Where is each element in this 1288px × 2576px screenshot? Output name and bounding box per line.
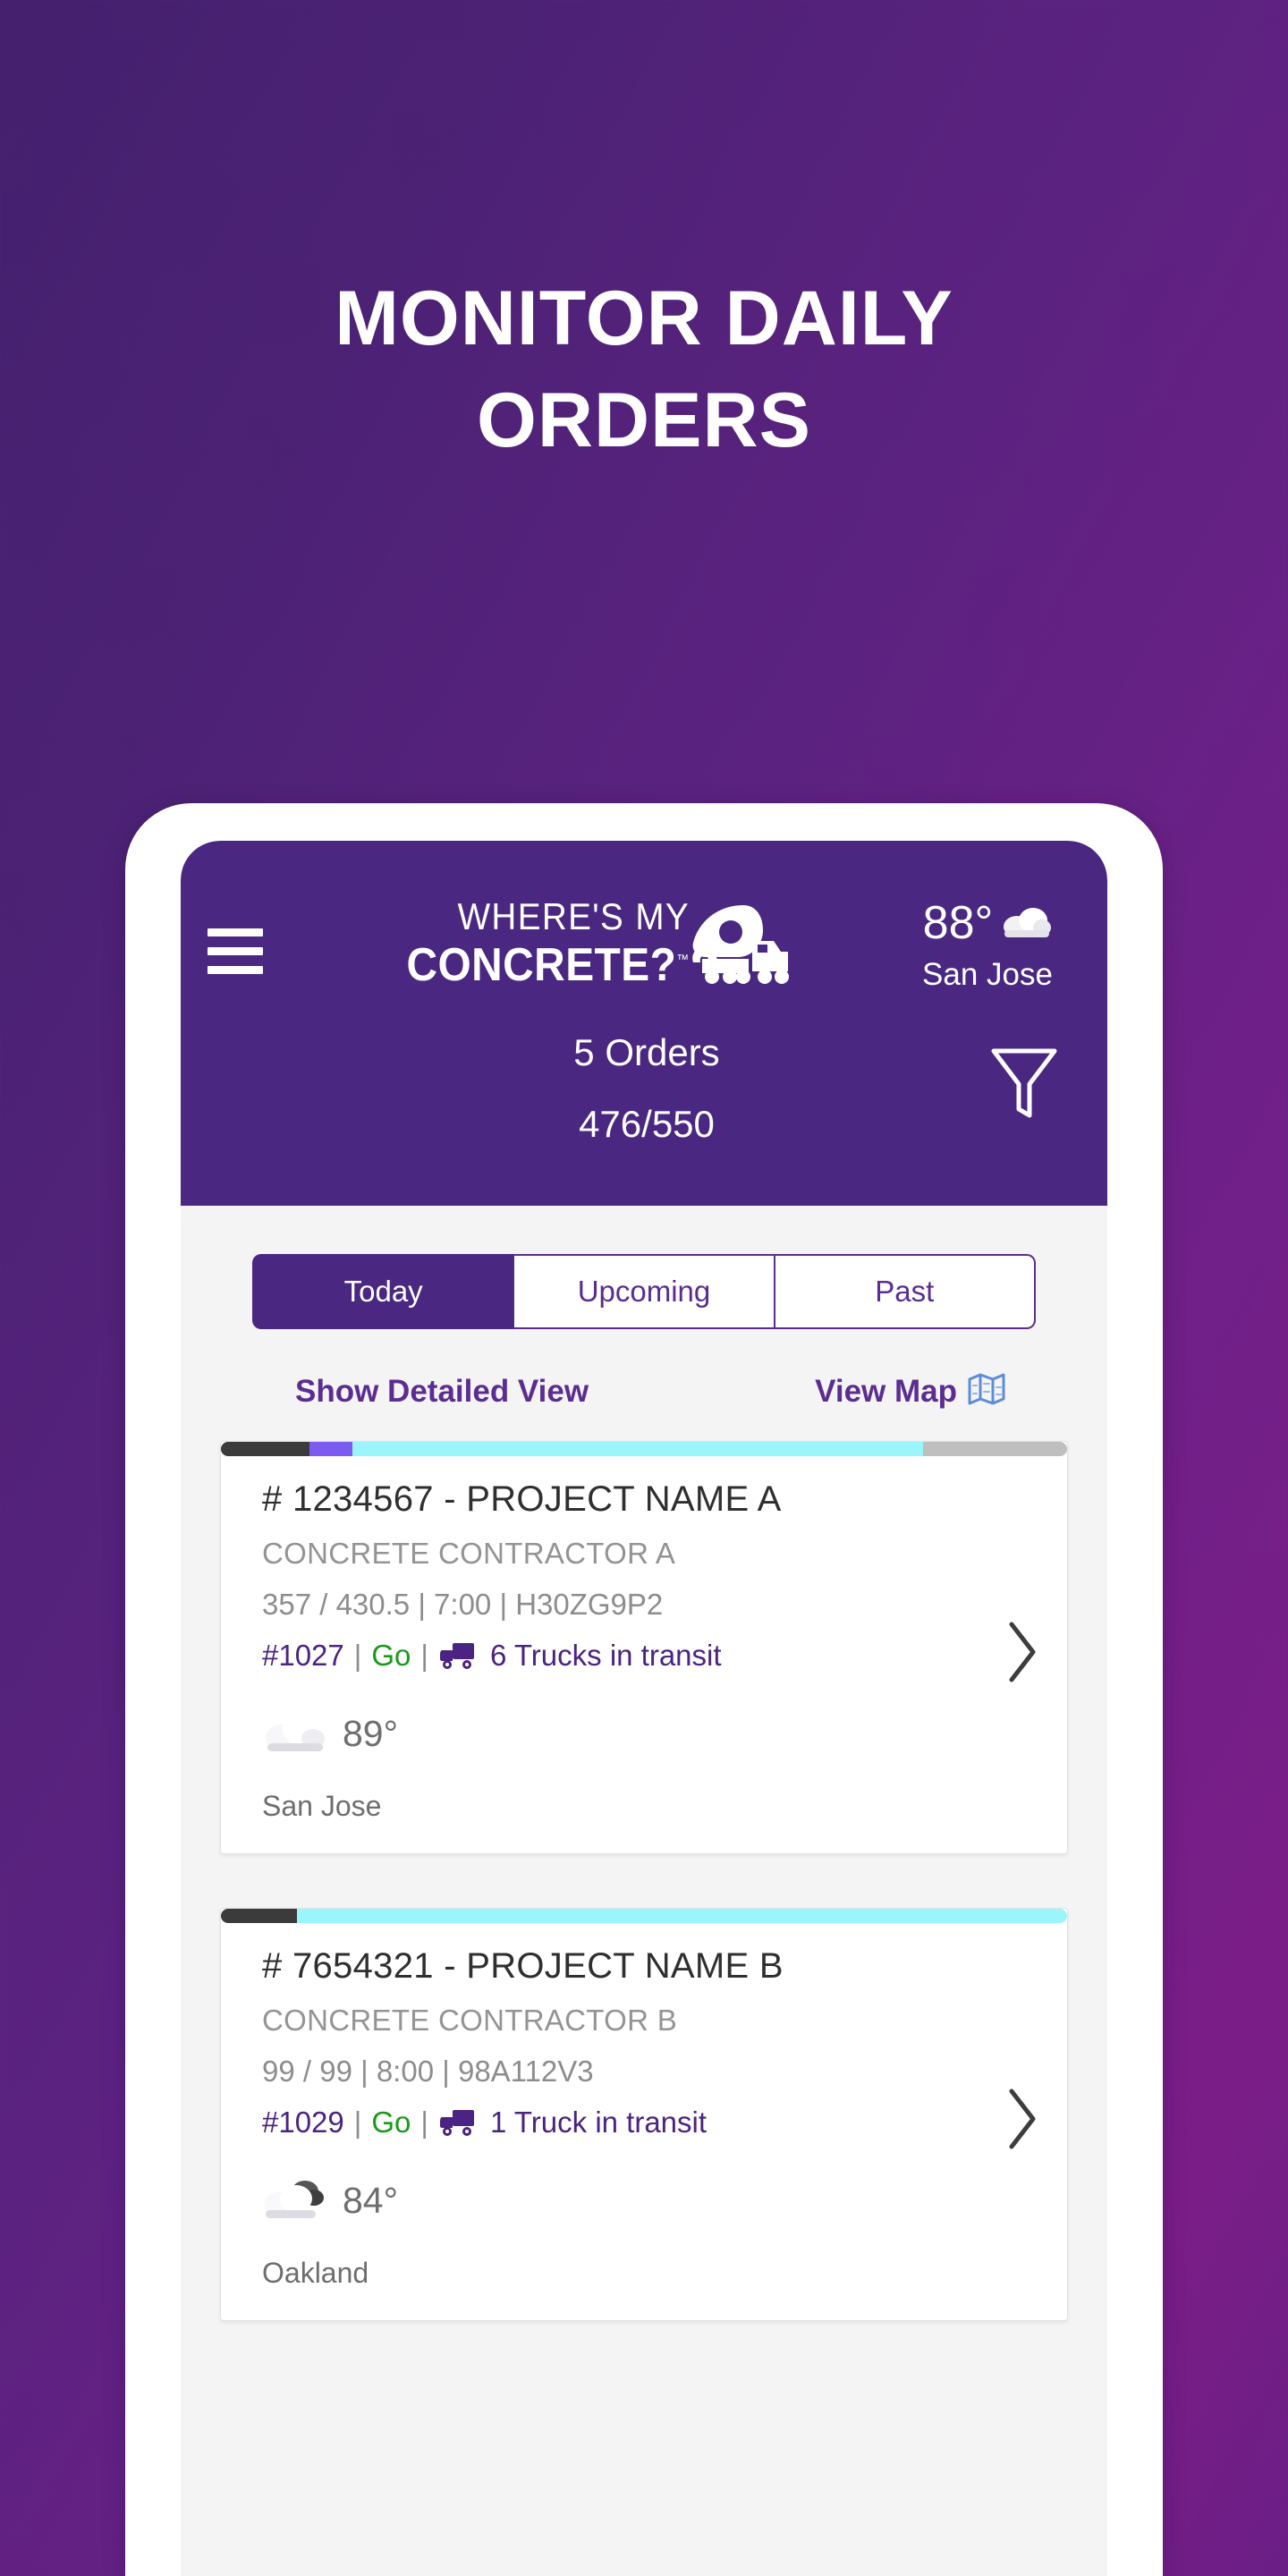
app-header: WHERE'S MY CONCRETE?™ 88° San Jose 5 Ord… (181, 841, 1107, 1206)
order-progress-bar (221, 1442, 1067, 1456)
order-go-link[interactable]: Go (371, 1639, 411, 1673)
orders-count: 5 Orders (573, 1031, 720, 1073)
cloud-icon (262, 1708, 328, 1759)
tab-upcoming[interactable]: Upcoming (513, 1254, 775, 1329)
order-card[interactable]: # 1234567 - PROJECT NAME A CONCRETE CONT… (220, 1441, 1068, 1854)
status-separator-1: | (353, 2106, 362, 2139)
orders-volume: 476/550 (579, 1103, 715, 1145)
order-city: Oakland (262, 2257, 369, 2289)
order-summary: 5 Orders 476/550 (181, 1034, 1107, 1143)
header-weather-city: San Jose (922, 957, 1053, 992)
order-ticket-number[interactable]: #1027 (262, 1639, 344, 1673)
progress-segment-remaining (923, 1442, 1067, 1456)
order-city: San Jose (262, 1790, 382, 1822)
status-separator-2: | (420, 1639, 428, 1672)
filter-funnel-icon[interactable] (989, 1045, 1059, 1126)
order-ticket-number[interactable]: #1029 (262, 2106, 344, 2140)
order-temperature: 84° (343, 2180, 399, 2221)
progress-segment-loading (309, 1442, 352, 1456)
brand-line-1: WHERE'S MY (457, 895, 690, 937)
header-weather: 88° San Jose (900, 882, 1075, 990)
brand-line-2-text: CONCRETE? (406, 939, 677, 991)
tab-past[interactable]: Past (774, 1254, 1036, 1329)
progress-segment-transit (297, 1909, 1067, 1923)
hero-line-2: ORDERS (477, 377, 811, 463)
order-transit-status: 1 Truck in transit (489, 2106, 708, 2139)
progress-segment-delivered (221, 1442, 310, 1456)
header-temperature: 88° (922, 897, 994, 949)
order-contractor: CONCRETE CONTRACTOR B (262, 2004, 678, 2037)
tab-today[interactable]: Today (252, 1254, 514, 1329)
hamburger-menu-icon[interactable] (208, 882, 274, 974)
concrete-mixer-truck-icon (688, 903, 792, 990)
phone-mockup-frame: WHERE'S MY CONCRETE?™ 88° San Jose 5 Ord… (125, 803, 1163, 2576)
order-temperature: 89° (343, 1713, 399, 1754)
order-progress-bar (221, 1909, 1067, 1923)
show-detailed-view-link[interactable]: Show Detailed View (295, 1374, 589, 1410)
order-period-tabs: Today Upcoming Past (252, 1254, 1036, 1329)
app-logo: WHERE'S MY CONCRETE?™ (274, 882, 900, 990)
hero-line-1: MONITOR DAILY (335, 275, 953, 361)
order-meta: 357 / 430.5 | 7:00 | H30ZG9P2 (262, 1588, 664, 1621)
view-map-link[interactable]: View Map (815, 1372, 1005, 1411)
status-separator-2: | (420, 2106, 428, 2139)
cloud-icon (1002, 903, 1052, 944)
trademark-symbol: ™ (676, 952, 690, 968)
order-status-row: #1029 | Go | 1 Truck in transit (262, 2106, 1037, 2140)
view-controls-row: Show Detailed View View Map (233, 1372, 1055, 1411)
delivery-truck-icon (439, 2108, 479, 2137)
order-status-row: #1027 | Go | 6 Trucks in transit (262, 1639, 1037, 1673)
order-go-link[interactable]: Go (371, 2106, 411, 2140)
partly-cloudy-icon (262, 2175, 328, 2226)
order-title: # 1234567 - PROJECT NAME A (262, 1479, 782, 1519)
chevron-right-icon[interactable] (1003, 1619, 1042, 1690)
progress-segment-transit (352, 1442, 924, 1456)
order-meta: 99 / 99 | 8:00 | 98A112V3 (262, 2055, 594, 2088)
order-contractor: CONCRETE CONTRACTOR A (262, 1537, 676, 1570)
view-map-label: View Map (815, 1373, 957, 1409)
order-card[interactable]: # 7654321 - PROJECT NAME B CONCRETE CONT… (220, 1908, 1068, 2321)
order-transit-status: 6 Trucks in transit (489, 1639, 722, 1672)
folded-map-icon (968, 1372, 1005, 1411)
hero-headline: MONITOR DAILY ORDERS (0, 268, 1288, 471)
orders-list: # 1234567 - PROJECT NAME A CONCRETE CONT… (220, 1441, 1068, 2321)
order-weather: 84° (262, 2175, 1037, 2226)
progress-segment-delivered (221, 1909, 298, 1923)
delivery-truck-icon (439, 1641, 479, 1670)
order-weather: 89° (262, 1708, 1037, 1759)
brand-line-2: CONCRETE?™ (407, 942, 690, 988)
phone-screen: WHERE'S MY CONCRETE?™ 88° San Jose 5 Ord… (181, 841, 1107, 2576)
order-title: # 7654321 - PROJECT NAME B (262, 1946, 784, 1986)
chevron-right-icon[interactable] (1003, 2086, 1042, 2157)
status-separator-1: | (353, 1639, 362, 1672)
